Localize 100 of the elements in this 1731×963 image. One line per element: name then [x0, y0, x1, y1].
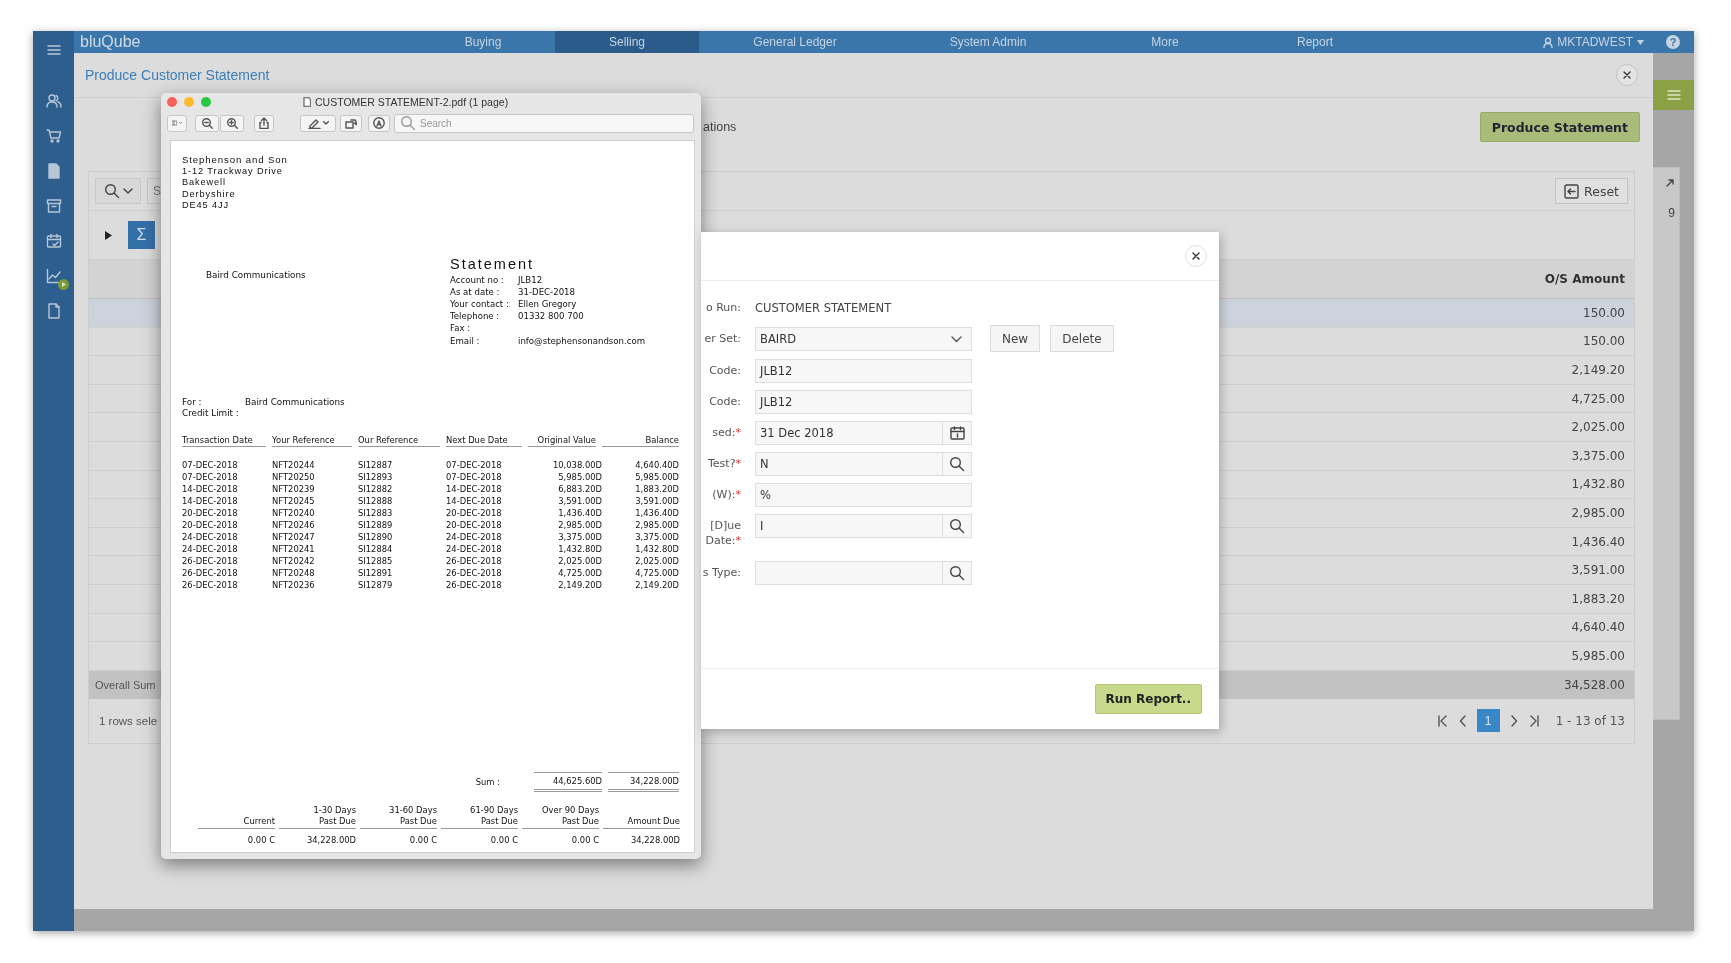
- table-cell-text: 1,432.80D: [557, 542, 602, 555]
- sidebar-toggle-button[interactable]: [167, 114, 187, 132]
- table-cell-text: 0.00 C: [570, 835, 599, 846]
- zoom-in-icon: [226, 117, 238, 129]
- table-cell-text: 24-DEC-2018: [182, 542, 239, 555]
- address-line: Stephenson and Son: [182, 154, 289, 166]
- chevron-down-icon: [179, 121, 182, 125]
- sum-value: 44,625.60D: [534, 772, 602, 792]
- address-line: 1-12 Trackway Drive: [182, 165, 284, 177]
- search-dropdown-button[interactable]: [95, 178, 141, 204]
- table-cell-text: NFT20236: [272, 578, 316, 591]
- nav-tab[interactable]: Selling: [555, 31, 699, 53]
- run-report-button[interactable]: Run Report..: [1094, 684, 1202, 714]
- detail-label: As at date :: [450, 285, 501, 298]
- lookup-field[interactable]: N: [755, 452, 972, 476]
- address-line: DE45 4JJ: [182, 200, 231, 212]
- chevron-down-icon: [322, 121, 329, 125]
- column-header: Amount Due: [603, 801, 680, 829]
- caret-icon: [1637, 39, 1644, 45]
- dialog-button[interactable]: New: [990, 325, 1041, 352]
- table-cell-text: SI12889: [358, 518, 394, 531]
- users-icon[interactable]: [45, 93, 62, 109]
- table-cell-text: 5,985.00D: [634, 470, 679, 483]
- first-page-button[interactable]: [1436, 714, 1449, 727]
- zoom-out-button[interactable]: [195, 114, 219, 132]
- report-name: CUSTOMER STATEMENT: [755, 300, 892, 317]
- markup-button[interactable]: [300, 114, 336, 132]
- input-field[interactable]: %: [755, 483, 972, 507]
- table-cell-text: 20-DEC-2018: [182, 506, 239, 519]
- field-label: sed:*: [711, 425, 741, 440]
- cart-icon[interactable]: [45, 128, 62, 144]
- column-header[interactable]: O/S Amount: [1544, 272, 1625, 286]
- sum-button[interactable]: Σ: [128, 221, 155, 249]
- table-cell-text: NFT20240: [272, 506, 316, 519]
- archive-icon[interactable]: [45, 198, 62, 214]
- close-button[interactable]: [1185, 245, 1207, 267]
- pen-circle-icon: [373, 117, 385, 129]
- table-cell-text: 26-DEC-2018: [182, 566, 239, 579]
- search-icon: [103, 183, 120, 199]
- zoom-out-icon: [201, 117, 213, 129]
- table-cell-text: 26-DEC-2018: [446, 566, 503, 579]
- annotate-button[interactable]: [368, 114, 390, 132]
- table-cell-text: 2,025.00D: [634, 554, 679, 567]
- produce-statement-button[interactable]: Produce Statement: [1479, 112, 1640, 142]
- zoom-in-button[interactable]: [220, 114, 244, 132]
- input-field[interactable]: JLB12: [755, 390, 972, 414]
- document-heading: Statement: [450, 255, 536, 272]
- column-header: Balance: [602, 433, 679, 447]
- pen-icon: [307, 117, 321, 129]
- column-header: Our Reference: [358, 433, 440, 447]
- reset-button[interactable]: Reset: [1555, 178, 1628, 204]
- table-cell-text: 3,591.00D: [557, 494, 602, 507]
- table-cell-text: 1,436.40D: [557, 506, 602, 519]
- next-page-button[interactable]: [1509, 714, 1518, 727]
- document-icon[interactable]: [45, 163, 62, 179]
- table-cell-text: SI12887: [358, 458, 394, 471]
- lookup-field[interactable]: [755, 561, 972, 585]
- share-icon: [259, 117, 269, 129]
- address-line: Derbyshire: [182, 188, 237, 200]
- date-field[interactable]: 31 Dec 2018: [755, 421, 972, 445]
- table-cell-text: 20-DEC-2018: [182, 518, 239, 531]
- column-header: 61-90 Days Past Due: [441, 801, 518, 829]
- count-label: 9: [1668, 206, 1675, 220]
- table-cell-text: 24-DEC-2018: [182, 530, 239, 543]
- select-field[interactable]: BAIRD: [755, 327, 972, 351]
- search-icon: [949, 565, 965, 581]
- table-cell-text: 26-DEC-2018: [182, 554, 239, 567]
- search-icon: [949, 518, 965, 534]
- previous-page-button[interactable]: [1458, 714, 1467, 727]
- summary-label: Overall Sum: [95, 678, 156, 691]
- table-cell-text: SI12891: [358, 566, 394, 579]
- table-cell-text: 20-DEC-2018: [446, 506, 503, 519]
- detail-value: 31-DEC-2018: [518, 285, 577, 298]
- field-label: Test?*: [707, 456, 741, 471]
- calendar-check-icon[interactable]: [45, 233, 62, 249]
- lookup-field[interactable]: I: [755, 514, 972, 538]
- table-cell-text: NFT20239: [272, 482, 316, 495]
- dialog-button[interactable]: Delete: [1050, 325, 1114, 352]
- table-cell-text: 2,025.00D: [557, 554, 602, 567]
- file-icon[interactable]: [45, 303, 62, 319]
- detail-label: For :: [182, 396, 203, 409]
- table-cell-text: NFT20242: [272, 554, 316, 567]
- chart-icon[interactable]: [45, 268, 62, 284]
- input-field[interactable]: JLB12: [755, 359, 972, 383]
- close-icon: [1622, 70, 1632, 80]
- table-cell-text: NFT20248: [272, 566, 316, 579]
- detail-label: Credit Limit :: [182, 408, 240, 420]
- field-label: (W):*: [711, 487, 741, 502]
- table-cell-text: NFT20245: [272, 494, 316, 507]
- rotate-button[interactable]: [340, 114, 362, 132]
- detail-label: Email :: [450, 334, 481, 347]
- expand-icon[interactable]: [1665, 178, 1675, 188]
- table-cell-text: 24-DEC-2018: [446, 530, 503, 543]
- table-cell-text: 34,228.00D: [629, 835, 680, 846]
- rotate-icon: [345, 117, 357, 129]
- expand-arrow-icon[interactable]: [105, 230, 112, 240]
- detail-label: Account no :: [450, 273, 505, 286]
- table-cell-text: 3,375.00D: [557, 530, 602, 543]
- chevron-down-icon: [951, 335, 962, 343]
- share-button[interactable]: [254, 114, 274, 132]
